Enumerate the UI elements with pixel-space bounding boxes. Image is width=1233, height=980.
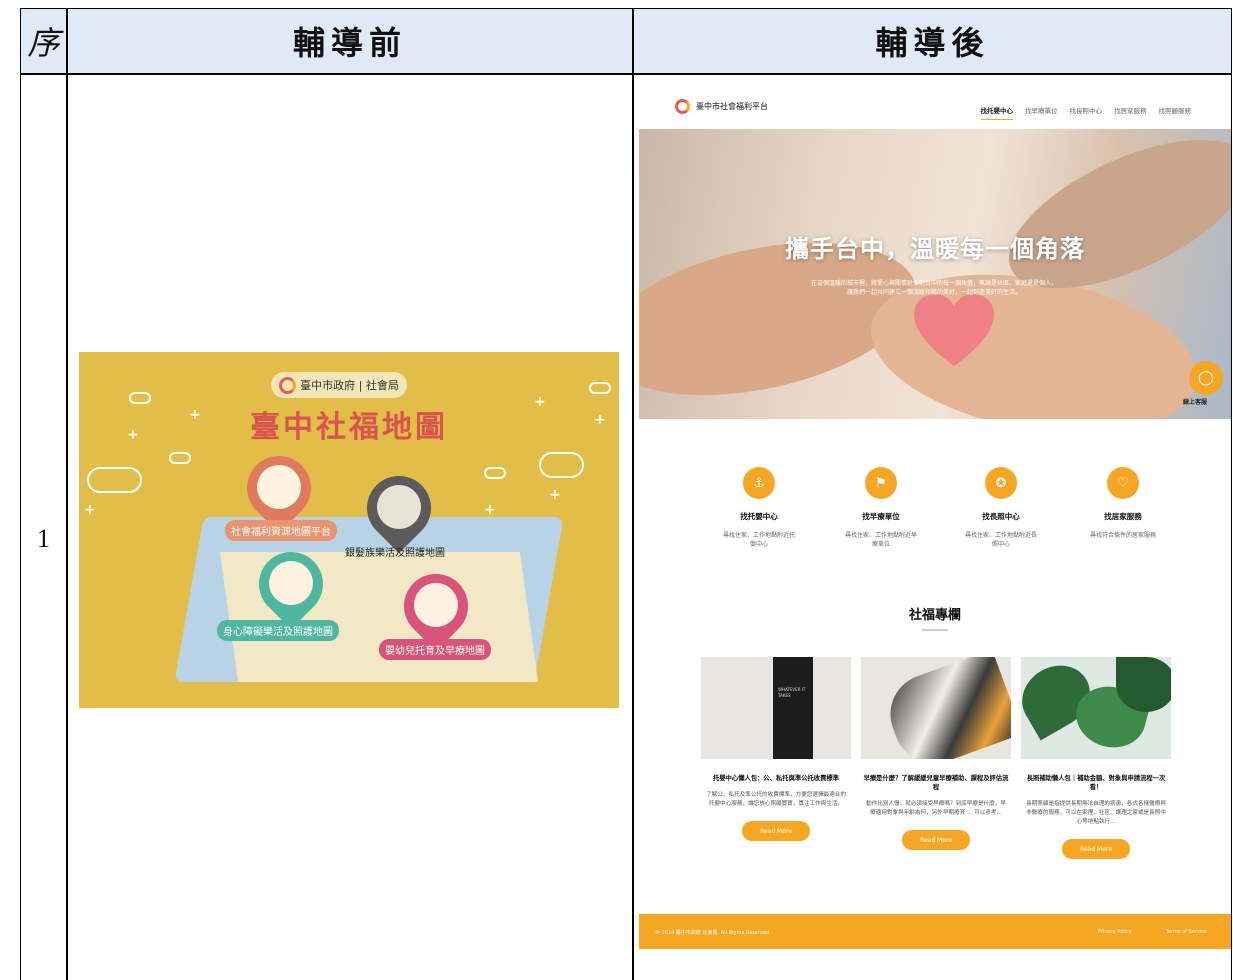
service-title: 找托嬰中心 — [740, 512, 778, 521]
article-card: WHATEVER IT TAKES 托嬰中心懶人包：公、私托與準公托收費標準 了… — [701, 657, 851, 841]
terms-link[interactable]: Terms of Service — [1166, 929, 1207, 935]
nav-item-long-term-care[interactable]: 找長照中心 — [1070, 105, 1103, 120]
header-seq: 序 — [21, 9, 66, 73]
gov-label: 臺中市政府 | 社會局 — [300, 379, 399, 392]
chat-button[interactable]: ◯ — [1189, 361, 1223, 395]
column-divider — [66, 9, 68, 980]
footer: © 2024 臺中市政府 社會局. All Rights Reserved. P… — [639, 914, 1231, 949]
nav-item-home-service[interactable]: 找居家服務 — [1114, 105, 1147, 120]
pin-label: 身心障礙樂活及照護地圖 — [217, 620, 339, 641]
pin-label: 嬰幼兒托育及早療地圖 — [379, 639, 491, 660]
read-more-button[interactable]: Read More — [1062, 839, 1130, 859]
article-title: 長照補助懶人包｜補助金額、對象與申請流程一次看！ — [1026, 775, 1166, 791]
before-title: 臺中社福地圖 — [250, 410, 448, 445]
gov-badge: 臺中市政府 | 社會局 — [271, 372, 407, 398]
copyright: © 2024 臺中市政府 社會局. All Rights Reserved. — [655, 930, 771, 936]
read-more-button[interactable]: Read More — [902, 830, 970, 850]
cloud-icon — [87, 467, 142, 493]
read-more-button[interactable]: Read More — [742, 821, 810, 841]
article-image — [861, 657, 1011, 759]
article-desc: 了解公、私托及準公托的收費標準，方便您選擇最適合的托嬰中心服務，讓您放心照顧寶寶… — [706, 792, 846, 807]
butterfly-shape — [879, 657, 1011, 759]
nav-links: 找托嬰中心 找早療單位 找長照中心 找居家服務 找照顧服務 — [980, 105, 1192, 120]
hero-subtitle: 在這個溫暖的城市裡，將愛心與關懷延伸到台中的每一個角落，無論是社區、家庭還是個人… — [810, 280, 1057, 296]
logo-icon — [675, 99, 690, 114]
brand-name: 臺中市社會福利平台 — [696, 102, 768, 111]
heart-icon: ♡ — [1107, 467, 1139, 499]
hero-banner: 攜手台中，溫暖每一個角落 在這個溫暖的城市裡，將愛心與關懷延伸到台中的每一個角落… — [639, 129, 1231, 419]
privacy-policy-link[interactable]: Privacy Policy — [1098, 929, 1132, 935]
nav-item-early-intervention[interactable]: 找早療單位 — [1025, 105, 1058, 120]
article-image — [1021, 657, 1171, 759]
service-desc: 尋找住家、工作地點附近長照中心 — [965, 532, 1038, 548]
row-number: 1 — [37, 524, 50, 553]
header-after: 輔導後 — [634, 9, 1231, 73]
section-divider — [922, 629, 948, 631]
before-image: + + + + + + + 臺中市政府 | 社會局 臺中社福地圖 社會福利資源地… — [79, 352, 619, 708]
service-item[interactable]: ⚓ 找托嬰中心 尋找住家、工作地點附近托嬰中心 — [699, 467, 819, 549]
after-image: 臺中市社會福利平台 找托嬰中心 找早療單位 找長照中心 找居家服務 找照顧服務 … — [639, 89, 1231, 949]
heart-icon — [914, 294, 994, 366]
service-title: 找長照中心 — [982, 512, 1020, 521]
sparkle-icon: + — [484, 502, 496, 518]
cloud-icon — [484, 467, 506, 479]
service-title: 找居家服務 — [1104, 512, 1142, 521]
leaf-shape — [1116, 657, 1171, 712]
sparkle-icon: + — [84, 502, 96, 518]
footer-links: Privacy Policy Terms of Service — [1098, 929, 1207, 935]
map-icon — [257, 465, 301, 509]
logo-icon — [279, 376, 297, 394]
chat-bubble-icon: ◯ — [1198, 370, 1214, 386]
service-item[interactable]: ♡ 找居家服務 尋找符合條件的居家服務 — [1063, 467, 1183, 540]
header-before: 輔導前 — [67, 9, 633, 73]
hero-title: 攜手台中，溫暖每一個角落 — [785, 235, 1085, 263]
award-icon: ✪ — [985, 467, 1017, 499]
cloud-icon — [169, 452, 191, 464]
pin-label: 社會福利資源地圖平台 — [225, 520, 337, 541]
chat-label[interactable]: 線上客服 — [1183, 397, 1207, 406]
nav-item-daycare[interactable]: 找托嬰中心 — [980, 105, 1013, 120]
cloud-icon — [539, 452, 584, 478]
comparison-table: 序 輔導前 輔導後 1 + + + + + + + 臺中市政府 | 社會局 臺中… — [20, 8, 1232, 980]
section-title: 社福專欄 — [908, 608, 961, 623]
service-item[interactable]: ✪ 找長照中心 尋找住家、工作地點附近長照中心 — [941, 467, 1061, 549]
service-item[interactable]: ⚑ 找早療單位 尋找住家、工作地點附近早療單位 — [821, 467, 941, 549]
anchor-icon: ⚓ — [743, 467, 775, 499]
service-title: 找早療單位 — [862, 512, 900, 521]
nav-item-care-service[interactable]: 找照顧服務 — [1159, 105, 1192, 120]
row-divider — [21, 73, 1231, 75]
column-divider — [632, 9, 634, 980]
service-desc: 尋找住家、工作地點附近早療單位 — [845, 532, 918, 548]
article-card: 長照補助懶人包｜補助金額、對象與申請流程一次看！ 長期照顧是指提供長期無法自理的… — [1021, 657, 1171, 859]
cloud-icon — [589, 382, 611, 394]
article-desc: 長期照顧是指提供長期無法自理的病患，各式各樣醫療與非醫療的服務，可以在家裡、社區… — [1026, 801, 1166, 825]
sign-text: WHATEVER IT TAKES — [778, 687, 806, 698]
article-title: 早療是什麼？了解緩緩兒童早療補助、課程及評估流程 — [863, 775, 1009, 791]
pin-label: 銀髮族樂活及照護地圖 — [345, 548, 445, 559]
article-desc: 動作比別人慢，就必須接受早療嗎？到底早療是什麼，早療適用對象與年齡為何，另外早期… — [866, 801, 1006, 816]
elder-icon — [377, 485, 421, 529]
baby-icon — [414, 583, 458, 627]
sparkle-icon: + — [549, 487, 561, 503]
article-title: 托嬰中心懶人包：公、私托與準公托收費標準 — [713, 775, 839, 782]
service-desc: 尋找住家、工作地點附近托嬰中心 — [723, 532, 796, 548]
service-desc: 尋找符合條件的居家服務 — [1089, 532, 1156, 539]
sign-board: WHATEVER IT TAKES — [773, 657, 813, 759]
brand[interactable]: 臺中市社會福利平台 — [675, 99, 768, 114]
article-image: WHATEVER IT TAKES — [701, 657, 851, 759]
flag-icon: ⚑ — [865, 467, 897, 499]
article-card: 早療是什麼？了解緩緩兒童早療補助、課程及評估流程 動作比別人慢，就必須接受早療嗎… — [861, 657, 1011, 850]
top-nav: 臺中市社會福利平台 找托嬰中心 找早療單位 找長照中心 找居家服務 找照顧服務 — [639, 89, 1231, 129]
wheelchair-icon — [269, 561, 313, 605]
